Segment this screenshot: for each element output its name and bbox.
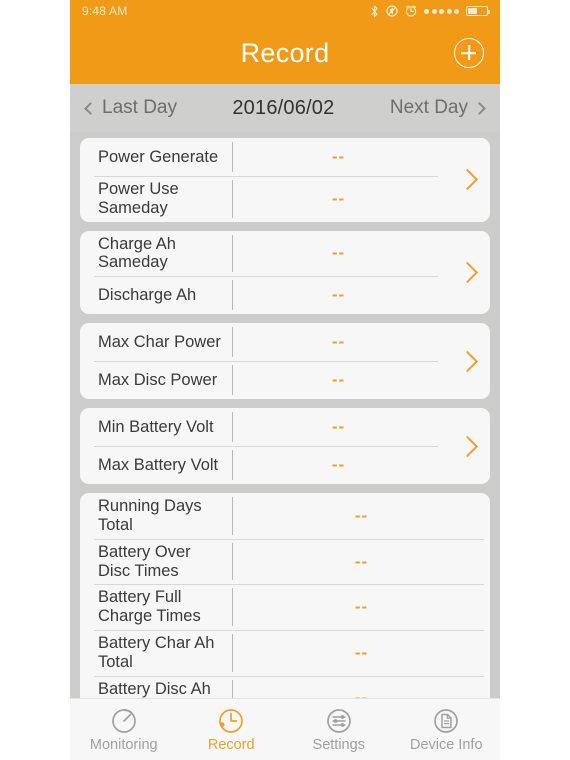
record-row: Power Generate -- bbox=[80, 138, 444, 176]
card-detail-button[interactable] bbox=[444, 231, 490, 315]
record-row-label: Discharge Ah bbox=[98, 285, 197, 304]
chevron-right-icon bbox=[473, 101, 486, 115]
nav-bar: Record bbox=[70, 22, 500, 84]
add-button[interactable] bbox=[454, 38, 484, 68]
gauge-icon bbox=[110, 707, 138, 735]
page-title: Record bbox=[240, 37, 330, 68]
record-row-value: -- bbox=[331, 332, 346, 352]
alarm-icon bbox=[405, 5, 417, 17]
chevron-right-icon bbox=[456, 261, 478, 283]
tab-settings[interactable]: Settings bbox=[285, 699, 393, 760]
document-icon bbox=[432, 707, 460, 735]
record-row-value: -- bbox=[331, 417, 346, 437]
record-row-value: -- bbox=[331, 455, 346, 475]
record-row: Min Battery Volt -- bbox=[80, 408, 444, 446]
record-row-label: Max Disc Power bbox=[98, 370, 218, 389]
record-row-label: Power Generate bbox=[98, 147, 219, 166]
record-row-label: Max Battery Volt bbox=[98, 455, 219, 474]
status-bar-clock: 9:48 AM bbox=[82, 4, 128, 18]
card-detail-button[interactable] bbox=[444, 408, 490, 484]
clock-icon bbox=[217, 707, 245, 735]
tab-label: Monitoring bbox=[89, 736, 158, 753]
record-list[interactable]: Power Generate -- Power Use Sameday -- Charg… bbox=[70, 132, 500, 720]
record-row-value: -- bbox=[331, 243, 346, 263]
record-card-rows: Charge Ah Sameday -- Discharge Ah -- bbox=[80, 231, 444, 315]
record-row-value: -- bbox=[331, 188, 346, 208]
status-bar: 9:48 AM bbox=[70, 0, 500, 22]
record-row-value: -- bbox=[354, 505, 369, 525]
record-row-label: Power Use Sameday bbox=[98, 180, 179, 217]
tab-device-info[interactable]: Device Info bbox=[393, 699, 501, 760]
record-row-value: -- bbox=[354, 642, 369, 662]
chevron-left-icon bbox=[84, 101, 97, 115]
record-row-value: -- bbox=[331, 147, 346, 166]
last-day-button[interactable]: Last Day bbox=[84, 97, 177, 119]
record-card[interactable]: Max Char Power -- Max Disc Power -- bbox=[80, 323, 490, 400]
record-row-value: -- bbox=[331, 285, 346, 305]
tab-label: Settings bbox=[312, 736, 365, 753]
next-day-label: Next Day bbox=[389, 97, 468, 118]
record-row: Max Battery Volt -- bbox=[80, 446, 444, 484]
record-row-label: Battery Char Ah Total bbox=[98, 633, 215, 671]
record-card[interactable]: Charge Ah Sameday -- Discharge Ah -- bbox=[80, 230, 490, 315]
record-row-label: Running Days Total bbox=[98, 497, 202, 534]
record-row-value: -- bbox=[354, 597, 369, 617]
record-card[interactable]: Min Battery Volt -- Max Battery Volt -- bbox=[80, 408, 490, 485]
record-row: Discharge Ah -- bbox=[80, 276, 444, 314]
record-row: Running Days Total -- bbox=[80, 493, 490, 539]
record-row-label: Charge Ah Sameday bbox=[98, 234, 176, 272]
sliders-icon bbox=[325, 707, 353, 735]
signal-dots bbox=[424, 8, 459, 14]
record-row-label: Min Battery Volt bbox=[98, 417, 214, 436]
tab-record[interactable]: Record bbox=[178, 699, 286, 760]
record-row-label: Battery Full Charge Times bbox=[98, 588, 201, 626]
mute-icon bbox=[386, 5, 398, 17]
record-row: Power Use Sameday -- bbox=[80, 176, 444, 222]
chevron-right-icon bbox=[456, 169, 478, 191]
current-date: 2016/06/02 bbox=[232, 96, 335, 119]
record-row: Battery Full Charge Times -- bbox=[80, 584, 490, 630]
phone-screen: 9:48 AM Record Last Day 2016/06/02 Next … bbox=[70, 0, 500, 760]
bluetooth-icon bbox=[370, 5, 379, 18]
status-bar-indicators bbox=[370, 5, 490, 18]
record-row-label: Max Char Power bbox=[98, 332, 221, 351]
chevron-right-icon bbox=[456, 350, 478, 372]
next-day-button[interactable]: Next Day bbox=[389, 97, 486, 119]
battery-icon bbox=[466, 6, 490, 16]
record-row: Battery Char Ah Total -- bbox=[80, 629, 490, 676]
record-row-value: -- bbox=[354, 551, 369, 571]
record-row-value: -- bbox=[331, 370, 346, 390]
record-card: Running Days Total -- Battery Over Disc Ti… bbox=[80, 493, 490, 720]
record-row: Max Char Power -- bbox=[80, 323, 444, 361]
card-detail-button[interactable] bbox=[444, 138, 490, 222]
tab-bar: Monitoring Record Settings Device Info bbox=[70, 698, 500, 760]
tab-label: Record bbox=[207, 736, 255, 753]
record-card-rows: Max Char Power -- Max Disc Power -- bbox=[80, 323, 444, 399]
date-navigation-bar: Last Day 2016/06/02 Next Day bbox=[70, 84, 500, 132]
record-card[interactable]: Power Generate -- Power Use Sameday -- bbox=[80, 138, 490, 222]
record-row-label: Battery Over Disc Times bbox=[98, 542, 191, 580]
record-card-rows: Min Battery Volt -- Max Battery Volt -- bbox=[80, 408, 444, 484]
tab-label: Device Info bbox=[409, 736, 483, 753]
record-row: Battery Over Disc Times -- bbox=[80, 538, 490, 585]
record-row: Charge Ah Sameday -- bbox=[80, 231, 444, 277]
record-card-rows: Running Days Total -- Battery Over Disc Ti… bbox=[80, 493, 490, 720]
chevron-right-icon bbox=[456, 435, 478, 457]
card-detail-button[interactable] bbox=[444, 323, 490, 399]
tab-monitoring[interactable]: Monitoring bbox=[70, 699, 178, 760]
last-day-label: Last Day bbox=[102, 97, 177, 118]
record-card-rows: Power Generate -- Power Use Sameday -- bbox=[80, 138, 444, 222]
record-row: Max Disc Power -- bbox=[80, 361, 444, 399]
